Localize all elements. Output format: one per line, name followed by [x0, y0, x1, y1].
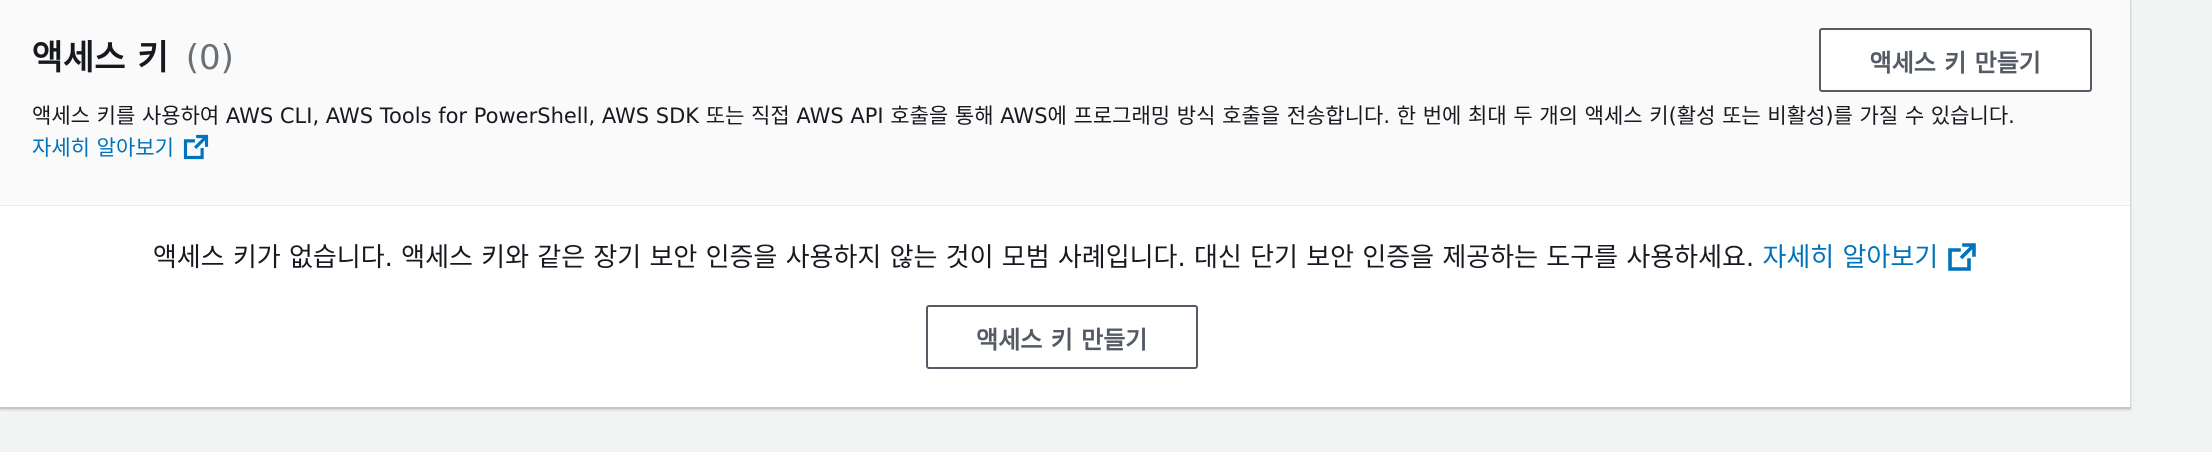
section-title: 액세스 키 (0) [32, 36, 234, 80]
create-access-key-button-label: 액세스 키 만들기 [1869, 48, 2042, 77]
create-access-key-button-header[interactable]: 액세스 키 만들기 [1819, 28, 2092, 92]
panel-header: 액세스 키 (0) 액세스 키 만들기 액세스 키를 사용하여 AWS CLI,… [0, 0, 2130, 206]
learn-more-link-header[interactable]: 자세히 알아보기 [32, 134, 210, 160]
access-key-count: (0) [185, 38, 234, 78]
section-description: 액세스 키를 사용하여 AWS CLI, AWS Tools for Power… [32, 100, 2092, 164]
learn-more-label: 자세히 알아보기 [32, 136, 174, 160]
create-access-key-button-label: 액세스 키 만들기 [976, 325, 1148, 354]
section-title-text: 액세스 키 [32, 38, 169, 78]
external-link-icon [1948, 243, 1976, 271]
empty-state-text: 액세스 키가 없습니다. 액세스 키와 같은 장기 보안 인증을 사용하지 않는… [152, 243, 1755, 273]
description-text: 액세스 키를 사용하여 AWS CLI, AWS Tools for Power… [32, 104, 2015, 128]
access-keys-panel: 액세스 키 (0) 액세스 키 만들기 액세스 키를 사용하여 AWS CLI,… [0, 0, 2131, 409]
external-link-icon [183, 134, 208, 160]
learn-more-link-empty[interactable]: 자세히 알아보기 [1762, 243, 1978, 273]
empty-state-message: 액세스 키가 없습니다. 액세스 키와 같은 장기 보안 인증을 사용하지 않는… [0, 238, 2131, 278]
create-access-key-button-empty[interactable]: 액세스 키 만들기 [926, 305, 1198, 369]
learn-more-label: 자세히 알아보기 [1762, 243, 1939, 273]
